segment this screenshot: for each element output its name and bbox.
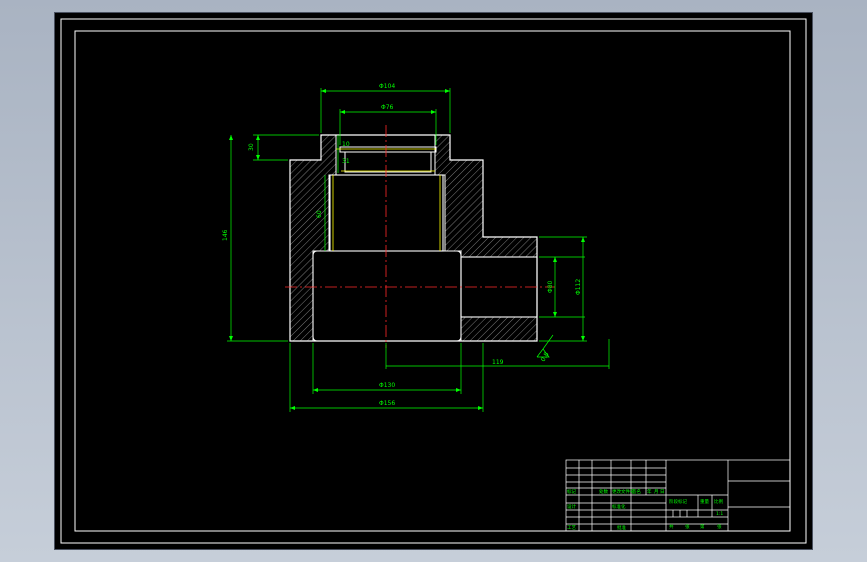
tb-stage-mark: 阶段标记 (669, 498, 687, 505)
tb-process: 工艺 (567, 525, 576, 531)
cad-viewport[interactable]: Φ104 Φ76 30 146 10 31 60 Φ130 Φ156 Φ80 Φ… (55, 13, 812, 549)
outer-frame (60, 18, 807, 544)
dim-left-small-height: 30 (248, 143, 255, 151)
upper-bore (344, 151, 432, 173)
dim-top-outer-dia: Φ104 (379, 83, 395, 90)
tb-count: 处数 (599, 488, 608, 495)
middle-bore (329, 174, 444, 252)
tb-sheet-no: 第 (700, 523, 705, 530)
dim-overall-height: 146 (222, 229, 229, 241)
tb-sheet-label: 张 (685, 523, 690, 530)
lower-bore (312, 250, 462, 342)
dimensions (227, 88, 610, 412)
tb-scale: 比例 (714, 498, 723, 505)
dim-small-step-1: 10 (342, 141, 350, 148)
tb-scale-value: 1:1 (716, 511, 723, 517)
dim-bottom-outer-dia: Φ156 (379, 400, 395, 407)
tb-day: 日 (660, 489, 665, 495)
tb-sheet-total: 共 (669, 523, 674, 530)
tb-approval: 批准 (617, 524, 626, 531)
tb-standardization: 标准化 (612, 503, 626, 510)
dim-top-inner-dia: Φ76 (381, 104, 394, 111)
tb-designer: 设计 (567, 503, 576, 510)
dim-right-length: 119 (492, 359, 504, 366)
tb-weight: 重量 (700, 498, 709, 505)
tb-month: 月 (654, 489, 659, 495)
cad-drawing[interactable]: Φ104 Φ76 30 146 10 31 60 Φ130 Φ156 Φ80 Φ… (55, 13, 812, 549)
part-section (285, 125, 555, 348)
dim-right-inner-dia: Φ80 (547, 280, 554, 293)
right-lower-wall (460, 316, 538, 342)
tb-year: 年 (647, 488, 652, 495)
tb-sheet-label-2: 张 (717, 523, 722, 530)
inner-frame (74, 30, 791, 532)
surface-finish-value: 0.8 (540, 351, 551, 363)
dim-small-step-2: 31 (342, 158, 350, 165)
dim-bottom-bore-dia: Φ130 (379, 382, 395, 389)
tb-mark: 标记 (567, 488, 576, 495)
tb-sign: 签名 (632, 488, 641, 495)
top-groove (339, 146, 437, 153)
dim-inner-step: 60 (316, 210, 323, 218)
dim-right-outer-dia: Φ112 (575, 279, 582, 295)
title-block (565, 459, 791, 532)
